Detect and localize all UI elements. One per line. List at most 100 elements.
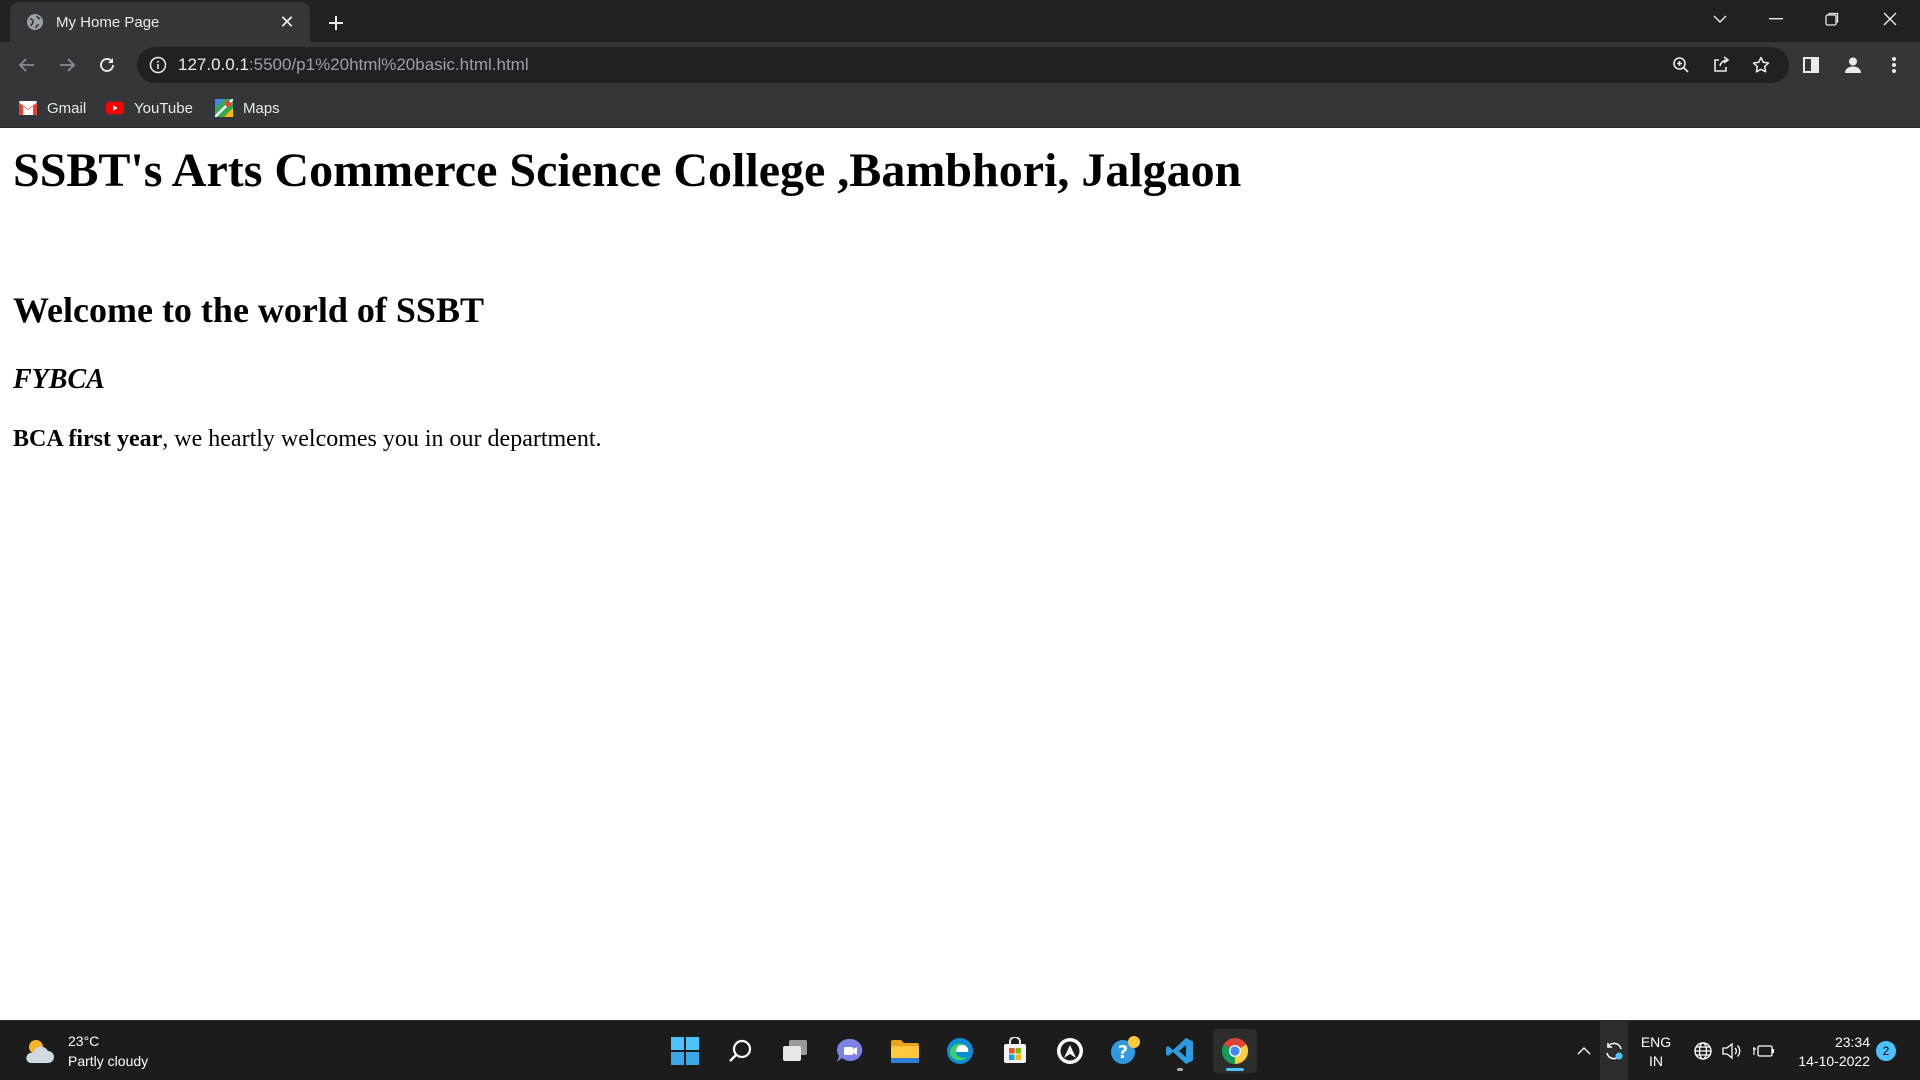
search-button[interactable]	[718, 1029, 762, 1073]
sync-icon	[1606, 1042, 1623, 1060]
url-text[interactable]: 127.0.0.1:5500/p1%20html%20basic.html.ht…	[178, 47, 529, 83]
kebab-menu-icon	[1892, 57, 1896, 73]
show-hidden-icons-button[interactable]	[1572, 1021, 1596, 1080]
clock-date: 14-10-2022	[1798, 1053, 1870, 1069]
battery-icon	[1753, 1045, 1774, 1057]
file-explorer-button[interactable]	[883, 1029, 927, 1073]
side-panel-icon	[1803, 57, 1819, 73]
clock[interactable]: 23:34 14-10-2022	[1788, 1033, 1870, 1071]
menu-button[interactable]	[1878, 49, 1910, 81]
profile-icon	[1845, 57, 1861, 73]
edge-browser-button[interactable]	[938, 1029, 982, 1073]
bookmarks-bar: Gmail YouTube Maps	[0, 88, 1920, 128]
tab-strip: My Home Page ✕	[0, 0, 1920, 42]
language-indicator[interactable]: ENG IN	[1636, 1033, 1676, 1071]
url-host: 127.0.0.1	[178, 55, 249, 74]
bookmark-label: YouTube	[134, 99, 193, 117]
get-help-button[interactable]: ?	[1103, 1029, 1147, 1073]
globe-network-icon	[1694, 1042, 1712, 1060]
close-icon	[1883, 12, 1897, 26]
page-heading-2: Welcome to the world of SSBT	[13, 290, 484, 330]
vscode-icon	[1166, 1038, 1193, 1064]
site-info-icon[interactable]	[149, 56, 167, 74]
svg-text:?: ?	[1118, 1042, 1128, 1063]
start-button[interactable]	[663, 1029, 707, 1073]
app-button[interactable]	[1048, 1029, 1092, 1073]
zoom-icon[interactable]	[1668, 52, 1694, 78]
volume-tray-icon[interactable]	[1718, 1021, 1744, 1080]
paragraph-bold-text: BCA first year	[13, 426, 163, 452]
page-heading-1: SSBT's Arts Commerce Science College ,Ba…	[13, 144, 1242, 197]
task-view-icon	[783, 1040, 807, 1061]
sync-tray-button[interactable]	[1600, 1021, 1628, 1080]
page-heading-3: FYBCA	[13, 364, 105, 395]
tab-my-home-page[interactable]: My Home Page ✕	[10, 2, 310, 42]
paragraph-text: , we heartly welcomes you in our departm…	[162, 426, 602, 452]
plus-icon	[329, 16, 343, 30]
store-icon	[1004, 1037, 1026, 1063]
side-panel-button[interactable]	[1795, 49, 1827, 81]
weather-widget[interactable]: 23°C Partly cloudy	[22, 1031, 148, 1071]
microsoft-store-button[interactable]	[993, 1029, 1037, 1073]
restore-button[interactable]	[1804, 0, 1860, 38]
minimize-icon	[1769, 18, 1783, 20]
globe-icon	[26, 13, 44, 31]
teams-chat-icon	[837, 1038, 863, 1062]
page-viewport: SSBT's Arts Commerce Science College ,Ba…	[0, 129, 1920, 1019]
chevron-up-icon	[1577, 1047, 1591, 1055]
folder-icon	[891, 1040, 919, 1063]
app-icon	[1057, 1038, 1083, 1064]
url-path: :5500/p1%20html%20basic.html.html	[248, 55, 529, 74]
search-icon	[729, 1039, 752, 1062]
youtube-icon	[106, 99, 124, 117]
new-tab-button[interactable]	[322, 9, 350, 37]
gmail-icon	[19, 99, 37, 117]
weather-condition: Partly cloudy	[68, 1053, 149, 1069]
tab-search-button[interactable]	[1692, 0, 1748, 38]
vscode-button[interactable]	[1158, 1029, 1202, 1073]
close-window-button[interactable]	[1862, 0, 1918, 38]
help-icon: ?	[1111, 1036, 1140, 1064]
minimize-button[interactable]	[1748, 0, 1804, 38]
reload-icon	[100, 58, 114, 72]
bookmark-maps[interactable]: Maps	[215, 96, 280, 120]
battery-tray-icon[interactable]	[1750, 1021, 1778, 1080]
language-region: IN	[1649, 1053, 1663, 1069]
bookmark-gmail[interactable]: Gmail	[19, 96, 86, 120]
weather-temperature: 23°C	[68, 1033, 100, 1049]
bookmark-label: Maps	[243, 99, 280, 117]
page-paragraph: BCA first year, we heartly welcomes you …	[13, 426, 602, 453]
task-view-button[interactable]	[773, 1029, 817, 1073]
running-indicator	[1177, 1068, 1183, 1071]
chrome-icon	[1221, 1037, 1249, 1065]
forward-button[interactable]	[51, 49, 83, 81]
chevron-down-icon	[1713, 15, 1727, 23]
notification-badge[interactable]: 2	[1876, 1041, 1896, 1061]
windows-logo-icon	[671, 1037, 699, 1065]
browser-toolbar: 127.0.0.1:5500/p1%20html%20basic.html.ht…	[0, 42, 1920, 88]
chat-button[interactable]	[828, 1029, 872, 1073]
back-button[interactable]	[11, 49, 43, 81]
tab-close-icon[interactable]: ✕	[276, 11, 298, 33]
bookmark-youtube[interactable]: YouTube	[106, 96, 193, 120]
restore-icon	[1825, 12, 1839, 26]
address-bar[interactable]: 127.0.0.1:5500/p1%20html%20basic.html.ht…	[137, 47, 1789, 83]
arrow-right-icon	[60, 58, 76, 72]
windows-taskbar: 23°C Partly cloudy ? ENG IN 23:34 14-10-…	[0, 1020, 1920, 1080]
bookmark-label: Gmail	[47, 99, 87, 117]
arrow-left-icon	[18, 58, 34, 72]
speaker-icon	[1722, 1042, 1741, 1060]
active-indicator	[1226, 1068, 1244, 1071]
partly-cloudy-icon	[26, 1040, 54, 1063]
network-tray-icon[interactable]	[1690, 1021, 1716, 1080]
maps-icon	[215, 99, 233, 117]
language-code: ENG	[1640, 1034, 1672, 1050]
bookmark-star-icon[interactable]	[1748, 52, 1774, 78]
clock-time: 23:34	[1834, 1034, 1870, 1050]
edge-icon	[947, 1038, 973, 1064]
share-icon[interactable]	[1708, 52, 1734, 78]
chrome-button[interactable]	[1213, 1029, 1257, 1073]
tab-title: My Home Page	[56, 13, 160, 31]
profile-button[interactable]	[1837, 49, 1869, 81]
reload-button[interactable]	[91, 49, 123, 81]
